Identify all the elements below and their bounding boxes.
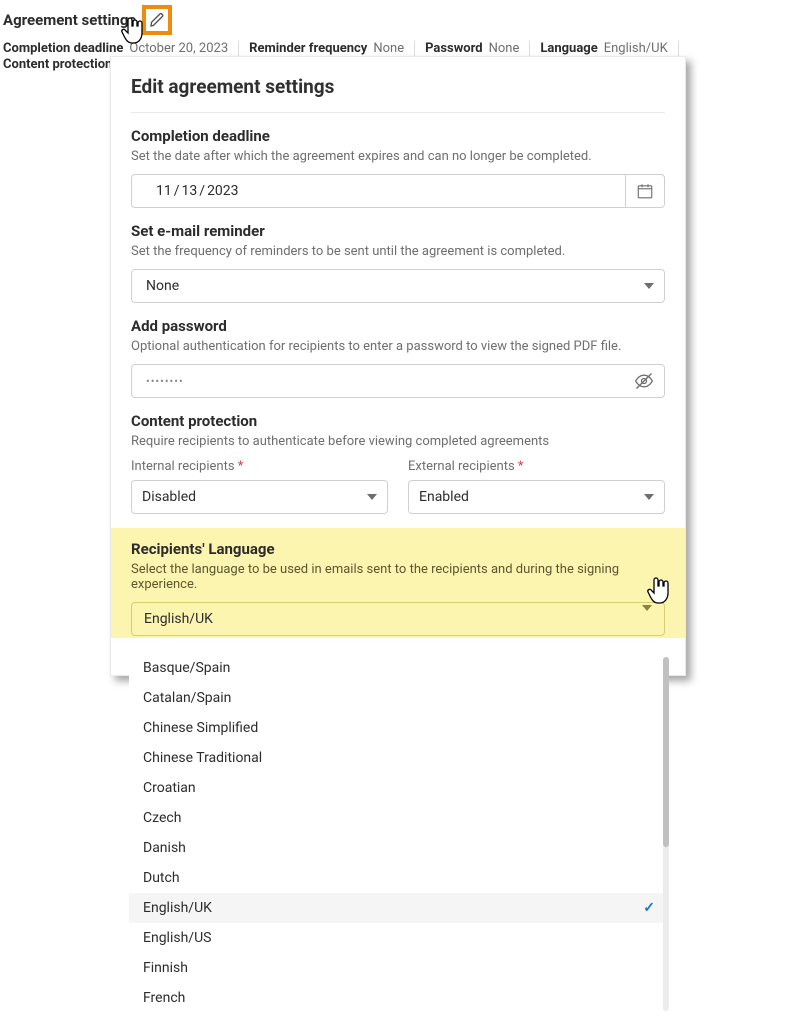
completion-deadline-value: 11/13/2023 <box>142 183 241 199</box>
language-option[interactable]: German <box>129 1013 669 1015</box>
language-option[interactable]: Finnish <box>129 953 669 983</box>
language-option-label: Danish <box>143 840 186 856</box>
email-reminder-section: Set e-mail reminder Set the frequency of… <box>131 222 665 303</box>
email-reminder-title: Set e-mail reminder <box>131 222 665 240</box>
pencil-icon <box>149 12 165 28</box>
content-protection-desc: Require recipients to authenticate befor… <box>131 434 665 449</box>
language-option[interactable]: Dutch <box>129 863 669 893</box>
email-reminder-select[interactable]: None <box>131 269 665 303</box>
content-protection-section: Content protection Require recipients to… <box>131 412 665 514</box>
calendar-icon[interactable] <box>625 175 654 207</box>
language-option-label: English/US <box>143 930 211 946</box>
recipients-language-value: English/UK <box>144 611 213 627</box>
completion-deadline-section: Completion deadline Set the date after w… <box>131 127 665 208</box>
language-option-label: Finnish <box>143 960 188 976</box>
language-option-label: Chinese Simplified <box>143 720 258 736</box>
divider <box>131 112 665 113</box>
recipients-language-dropdown-list[interactable]: Basque/Spain Catalan/Spain Chinese Simplif… <box>129 653 669 1015</box>
language-option-label: Czech <box>143 810 181 826</box>
language-option-label: Catalan/Spain <box>143 690 231 706</box>
agreement-settings-title: Agreement settings <box>3 11 136 29</box>
external-recipients-label: External recipients * <box>408 459 665 474</box>
external-recipients-value: Enabled <box>419 489 469 505</box>
language-option[interactable]: English/UK ✓ <box>129 893 669 923</box>
recipients-language-desc: Select the language to be used in emails… <box>131 562 665 592</box>
completion-deadline-input[interactable]: 11/13/2023 <box>131 174 665 208</box>
check-icon: ✓ <box>643 900 655 916</box>
language-option-label: Dutch <box>143 870 180 886</box>
password-input[interactable]: •••••••• <box>131 364 665 398</box>
summary-reminder-frequency: Reminder frequency None <box>249 41 415 57</box>
language-option[interactable]: Chinese Traditional <box>129 743 669 773</box>
summary-password: Password None <box>425 41 530 57</box>
eye-off-icon[interactable] <box>634 371 654 391</box>
completion-deadline-desc: Set the date after which the agreement e… <box>131 149 665 164</box>
chevron-down-icon <box>642 611 652 627</box>
language-option-label: Chinese Traditional <box>143 750 262 766</box>
edit-agreement-settings-button[interactable] <box>142 5 172 35</box>
scrollbar-thumb[interactable] <box>663 657 669 847</box>
chevron-down-icon <box>367 494 377 500</box>
chevron-down-icon <box>644 283 654 289</box>
summary-completion-deadline: Completion deadline October 20, 2023 <box>3 41 239 57</box>
scrollbar-track[interactable] <box>663 657 669 1011</box>
language-option[interactable]: Basque/Spain <box>129 653 669 683</box>
internal-recipients-label: Internal recipients * <box>131 459 388 474</box>
panel-title: Edit agreement settings <box>131 75 665 98</box>
recipients-language-section: Recipients' Language Select the language… <box>111 528 685 638</box>
language-option-label: Croatian <box>143 780 196 796</box>
internal-recipients-select[interactable]: Disabled <box>131 480 388 514</box>
content-protection-title: Content protection <box>131 412 665 430</box>
external-recipients-select[interactable]: Enabled <box>408 480 665 514</box>
language-option[interactable]: Danish <box>129 833 669 863</box>
language-option[interactable]: French <box>129 983 669 1013</box>
language-option-label: French <box>143 990 185 1006</box>
email-reminder-desc: Set the frequency of reminders to be sen… <box>131 244 665 259</box>
add-password-desc: Optional authentication for recipients t… <box>131 339 665 354</box>
internal-recipients-value: Disabled <box>142 489 196 505</box>
chevron-down-icon <box>644 494 654 500</box>
summary-language: Language English/UK <box>540 41 678 57</box>
language-option[interactable]: Catalan/Spain <box>129 683 669 713</box>
add-password-section: Add password Optional authentication for… <box>131 317 665 398</box>
add-password-title: Add password <box>131 317 665 335</box>
language-option-label: Basque/Spain <box>143 660 230 676</box>
language-option[interactable]: English/US <box>129 923 669 953</box>
edit-agreement-settings-panel: Edit agreement settings Completion deadl… <box>110 56 686 676</box>
completion-deadline-title: Completion deadline <box>131 127 665 145</box>
language-option[interactable]: Chinese Simplified <box>129 713 669 743</box>
email-reminder-value: None <box>142 278 179 294</box>
password-masked-value: •••••••• <box>142 375 184 388</box>
recipients-language-select[interactable]: English/UK <box>131 602 665 636</box>
recipients-language-title: Recipients' Language <box>131 540 665 558</box>
language-option[interactable]: Croatian <box>129 773 669 803</box>
language-option[interactable]: Czech <box>129 803 669 833</box>
language-option-label: English/UK <box>143 900 212 916</box>
